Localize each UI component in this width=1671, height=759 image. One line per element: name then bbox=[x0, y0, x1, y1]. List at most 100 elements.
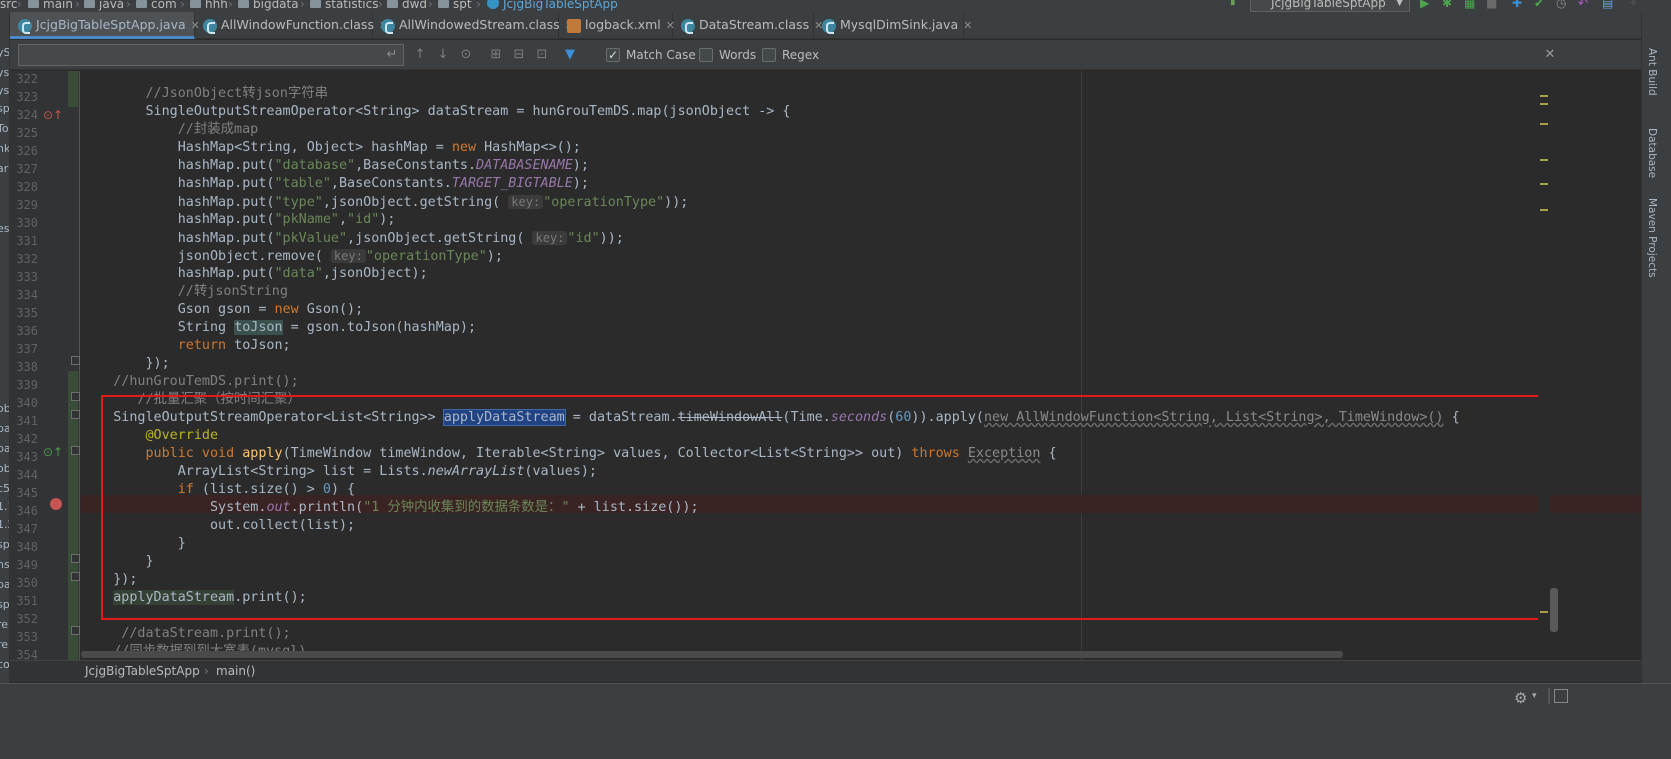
code-line[interactable]: hashMap.put("type",jsonObject.getString(… bbox=[81, 193, 688, 211]
remove-occurrence-icon[interactable]: ⊟ bbox=[511, 47, 527, 63]
search-input[interactable] bbox=[18, 44, 404, 66]
breakpoint-icon[interactable] bbox=[50, 498, 62, 510]
ant-build-tool-button[interactable]: Ant Build bbox=[1646, 48, 1658, 96]
project-tree-fragment[interactable]: nk bbox=[0, 142, 9, 155]
gear-icon[interactable]: ⚙ bbox=[1514, 689, 1527, 707]
breadcrumb-dwd[interactable]: dwd bbox=[387, 0, 427, 12]
project-tree-fragment[interactable]: To bbox=[0, 122, 9, 135]
code-line[interactable]: hashMap.put("database",BaseConstants.DAT… bbox=[81, 157, 589, 175]
project-tree-fragment[interactable]: ob bbox=[0, 462, 9, 475]
project-tree-fragment[interactable]: 1.2 bbox=[0, 518, 9, 531]
close-icon[interactable]: ✕ bbox=[963, 13, 972, 39]
vcs-history-icon[interactable]: ◷ bbox=[1556, 0, 1568, 9]
add-occurrence-icon[interactable]: ⊞ bbox=[488, 47, 504, 63]
project-tree-fragment[interactable]: co bbox=[0, 658, 9, 671]
code-line[interactable]: //hunGrouTemDS.print(); bbox=[81, 373, 298, 391]
tab-logback-xml[interactable]: logback.xml ✕ bbox=[559, 12, 675, 39]
code-line[interactable]: hashMap.put("table",BaseConstants.TARGET… bbox=[81, 175, 589, 193]
filter-icon[interactable]: ▼ bbox=[562, 47, 578, 63]
project-tree-fragment[interactable]: sp bbox=[0, 598, 9, 611]
fold-marker-icon[interactable] bbox=[71, 356, 80, 365]
breadcrumb-main[interactable]: main bbox=[28, 0, 73, 12]
project-tree-fragment[interactable]: ba bbox=[0, 422, 9, 435]
breadcrumb-statistics[interactable]: statistics bbox=[310, 0, 379, 12]
warning-marker[interactable] bbox=[1540, 103, 1548, 105]
project-tree-fragment[interactable]: ys bbox=[0, 66, 9, 79]
tab-jcjgbigtablesptapp[interactable]: JcjgBigTableSptApp.java ✕ bbox=[10, 12, 200, 39]
code-line[interactable]: SingleOutputStreamOperator<String> dataS… bbox=[81, 103, 790, 121]
tab-allwindowfunction[interactable]: AllWindowFunction.class✕ bbox=[195, 12, 388, 39]
warning-marker[interactable] bbox=[1540, 183, 1548, 185]
code-line[interactable]: String toJson = gson.toJson(hashMap); bbox=[81, 319, 476, 337]
fold-marker-icon[interactable] bbox=[71, 626, 80, 635]
chevron-down-icon[interactable]: ▾ bbox=[1532, 691, 1537, 701]
match-case-checkbox[interactable]: Match Case bbox=[606, 47, 696, 63]
project-tree-fragment[interactable]: ob bbox=[0, 402, 9, 415]
breadcrumb-bigdata[interactable]: bigdata bbox=[238, 0, 299, 12]
horizontal-scrollbar-thumb[interactable] bbox=[81, 651, 1343, 658]
vcs-update-icon[interactable]: ✚ bbox=[1512, 0, 1524, 9]
tab-datastream[interactable]: DataStream.class ✕ bbox=[673, 12, 823, 39]
project-tree-fragment[interactable]: ns bbox=[0, 558, 9, 571]
fold-marker-icon[interactable] bbox=[71, 392, 80, 401]
implements-arrow-icon[interactable]: ⊙↑ bbox=[43, 445, 63, 459]
newline-icon[interactable]: ↵ bbox=[384, 47, 400, 63]
code-line[interactable]: return toJson; bbox=[81, 337, 291, 355]
warning-marker[interactable] bbox=[1540, 611, 1548, 613]
project-tree-fragment[interactable]: sp bbox=[0, 102, 9, 115]
code-line[interactable]: //dataStream.print(); bbox=[81, 625, 290, 643]
build-icon[interactable]: ▮ bbox=[1230, 0, 1242, 9]
vcs-commit-icon[interactable]: ✔ bbox=[1534, 0, 1546, 9]
project-tree-fragment[interactable]: c5 bbox=[0, 482, 9, 495]
fold-marker-icon[interactable] bbox=[71, 446, 80, 455]
warning-marker[interactable] bbox=[1540, 159, 1548, 161]
code-line[interactable]: hashMap.put("data",jsonObject); bbox=[81, 265, 428, 283]
tab-allwindowedstream[interactable]: AllWindowedStream.class✕ bbox=[373, 12, 574, 39]
breadcrumb-class[interactable]: JcjgBigTableSptApp bbox=[85, 664, 200, 678]
debug-icon[interactable]: ✱ bbox=[1442, 0, 1454, 9]
run-configuration-select[interactable]: JcjgBigTableSptApp ▼ bbox=[1250, 0, 1410, 12]
project-tree-fragment[interactable]: ba bbox=[0, 578, 9, 591]
breadcrumb-hhh[interactable]: hhh bbox=[190, 0, 228, 12]
fold-marker-icon[interactable] bbox=[71, 410, 80, 419]
vcs-change-marker[interactable] bbox=[68, 71, 78, 107]
previous-occurrence-icon[interactable]: ↑ bbox=[412, 47, 428, 63]
code-line[interactable]: jsonObject.remove( key: "operationType"); bbox=[81, 247, 503, 265]
revert-icon[interactable]: ↶ bbox=[1578, 0, 1590, 9]
code-line[interactable]: }); bbox=[81, 355, 169, 373]
tab-mysqldimsink[interactable]: MysqlDimSink.java ✕ bbox=[814, 12, 972, 39]
project-tree-fragment[interactable]: yS bbox=[0, 46, 9, 59]
select-all-occurrences-icon[interactable]: ⊡ bbox=[534, 47, 550, 63]
stop-icon[interactable]: ■ bbox=[1486, 0, 1498, 9]
fold-marker-icon[interactable] bbox=[71, 554, 80, 563]
error-stripe[interactable] bbox=[1538, 71, 1550, 660]
editor-gutter[interactable]: 322 323 324 325 326 327 328 329 330 331 … bbox=[10, 71, 80, 660]
project-tree-fragment[interactable]: sp bbox=[0, 538, 9, 551]
override-arrow-icon[interactable]: ⊙↑ bbox=[43, 108, 63, 122]
coverage-icon[interactable]: ▦ bbox=[1464, 0, 1476, 9]
code-line[interactable]: hashMap.put("pkValue",jsonObject.getStri… bbox=[81, 229, 624, 247]
words-checkbox[interactable]: Words bbox=[699, 47, 756, 63]
project-tree-fragment[interactable]: re bbox=[0, 638, 8, 651]
maven-projects-tool-button[interactable]: Maven Projects bbox=[1646, 198, 1658, 278]
run-icon[interactable]: ▶ bbox=[1420, 0, 1432, 9]
vertical-scrollbar-thumb[interactable] bbox=[1550, 588, 1558, 632]
breadcrumb-src[interactable]: src bbox=[0, 0, 18, 12]
warning-marker[interactable] bbox=[1540, 123, 1548, 125]
structure-icon[interactable]: ▤ bbox=[1602, 0, 1614, 9]
breadcrumb-spt[interactable]: spt bbox=[438, 0, 472, 12]
find-all-icon[interactable]: ⊙ bbox=[458, 47, 474, 63]
code-line[interactable]: //封装成map bbox=[81, 121, 258, 139]
breadcrumb-java[interactable]: java bbox=[84, 0, 124, 12]
warning-marker[interactable] bbox=[1540, 209, 1548, 211]
code-line[interactable]: HashMap<String, Object> hashMap = new Ha… bbox=[81, 139, 581, 157]
warning-marker[interactable] bbox=[1540, 95, 1548, 97]
breadcrumb-class[interactable]: JcjgBigTableSptApp bbox=[487, 0, 618, 12]
breadcrumb-method[interactable]: main() bbox=[216, 664, 255, 678]
project-tree-fragment[interactable]: re bbox=[0, 618, 8, 631]
regex-checkbox[interactable]: Regex bbox=[762, 47, 819, 63]
search-everywhere-icon[interactable]: ◦ bbox=[1630, 0, 1642, 9]
code-line[interactable]: //JsonObject转json字符串 bbox=[81, 85, 329, 103]
code-line[interactable]: //转jsonString bbox=[81, 283, 288, 301]
project-tree-fragment[interactable]: 1.1 bbox=[0, 500, 9, 513]
